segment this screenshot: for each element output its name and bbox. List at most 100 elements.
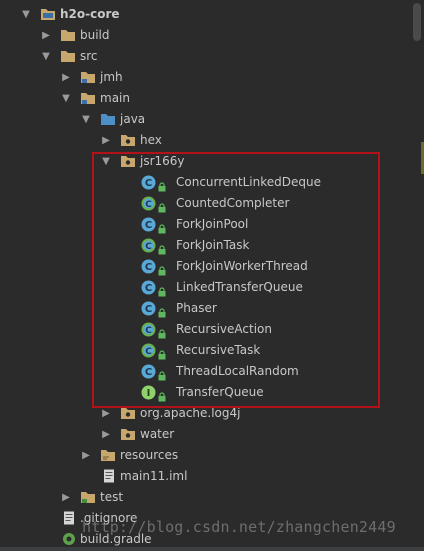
- class-node-recursivetask[interactable]: C RecursiveTask: [0, 340, 400, 361]
- svg-text:C: C: [145, 347, 152, 357]
- class-icon: C: [141, 280, 156, 295]
- tree-node-test[interactable]: ▶ test: [0, 487, 400, 508]
- source-folder-icon: [80, 70, 96, 84]
- class-node-recursiveaction[interactable]: C RecursiveAction: [0, 319, 400, 340]
- lock-icon: [158, 346, 166, 360]
- class-name-label: TransferQueue: [176, 385, 264, 399]
- package-icon: [120, 427, 136, 441]
- tree-node-h2o-core[interactable]: ▼ h2o-core: [0, 4, 400, 25]
- tree-node-jmh[interactable]: ▶ jmh: [0, 67, 400, 88]
- tree-node-jsr166y[interactable]: ▼ jsr166y: [0, 151, 400, 172]
- class-icon: C: [141, 301, 156, 316]
- tree-node-label: main11.iml: [120, 469, 188, 483]
- folder-icon: [60, 28, 76, 42]
- svg-text:C: C: [145, 242, 152, 252]
- class-node-countedcompleter[interactable]: C CountedCompleter: [0, 193, 400, 214]
- lock-icon: [158, 388, 166, 402]
- class-name-label: ForkJoinWorkerThread: [176, 259, 308, 273]
- svg-text:C: C: [145, 200, 152, 210]
- tree-node-resources[interactable]: ▶ resources: [0, 445, 400, 466]
- class-icon: C: [141, 364, 156, 379]
- svg-text:I: I: [147, 388, 151, 399]
- collapse-arrow-icon[interactable]: ▶: [100, 130, 112, 151]
- tree-node-label: resources: [120, 448, 179, 462]
- expand-arrow-icon[interactable]: ▼: [100, 151, 112, 172]
- panel-bottom-edge: [0, 547, 424, 551]
- tree-node-water[interactable]: ▶ water: [0, 424, 400, 445]
- collapse-arrow-icon[interactable]: ▶: [80, 445, 92, 466]
- expand-arrow-icon[interactable]: ▼: [40, 46, 52, 67]
- expand-arrow-icon[interactable]: ▼: [60, 88, 72, 109]
- tree-node-src[interactable]: ▼ src: [0, 46, 400, 67]
- lock-icon: [158, 325, 166, 339]
- tree-node-label: main: [100, 91, 130, 105]
- module-folder-icon: [40, 7, 56, 21]
- class-name-label: RecursiveAction: [176, 322, 272, 336]
- tree-node-label: water: [140, 427, 175, 441]
- tree-node-label: jmh: [100, 70, 123, 84]
- class-name-label: ForkJoinTask: [176, 238, 250, 252]
- class-icon: C: [141, 175, 156, 190]
- package-icon: [120, 154, 136, 168]
- expand-arrow-icon[interactable]: ▼: [20, 4, 32, 25]
- abstract-class-icon: C: [141, 322, 156, 337]
- expand-arrow-icon[interactable]: ▼: [80, 109, 92, 130]
- svg-text:C: C: [145, 178, 152, 189]
- tree-node-label: test: [100, 490, 124, 504]
- watermark-text: http://blog.csdn.net/zhangchen2449: [82, 518, 396, 536]
- collapse-arrow-icon[interactable]: ▶: [60, 67, 72, 88]
- class-node-linkedtransferqueue[interactable]: C LinkedTransferQueue: [0, 277, 400, 298]
- class-node-forkjointask[interactable]: C ForkJoinTask: [0, 235, 400, 256]
- tree-node-label: hex: [140, 133, 162, 147]
- lock-icon: [158, 199, 166, 213]
- interface-icon: I: [141, 385, 156, 400]
- collapse-arrow-icon[interactable]: ▶: [40, 25, 52, 46]
- class-node-phaser[interactable]: C Phaser: [0, 298, 400, 319]
- class-icon: C: [141, 217, 156, 232]
- gradle-file-icon: [62, 532, 78, 546]
- class-name-label: ConcurrentLinkedDeque: [176, 175, 321, 189]
- class-name-label: CountedCompleter: [176, 196, 290, 210]
- tree-node-label: jsr166y: [140, 154, 185, 168]
- abstract-class-icon: C: [141, 238, 156, 253]
- abstract-class-icon: C: [141, 196, 156, 211]
- class-name-label: ForkJoinPool: [176, 217, 249, 231]
- lock-icon: [158, 262, 166, 276]
- vertical-scrollbar[interactable]: [413, 3, 421, 41]
- tree-node-label: h2o-core: [60, 7, 120, 21]
- lock-icon: [158, 283, 166, 297]
- class-name-label: Phaser: [176, 301, 217, 315]
- class-node-forkjoinworkerthread[interactable]: C ForkJoinWorkerThread: [0, 256, 400, 277]
- collapse-arrow-icon[interactable]: ▶: [100, 424, 112, 445]
- abstract-class-icon: C: [141, 343, 156, 358]
- class-node-forkjoinpool[interactable]: C ForkJoinPool: [0, 214, 400, 235]
- class-node-concurrentlinkeddeque[interactable]: C ConcurrentLinkedDeque: [0, 172, 400, 193]
- source-folder-icon: [80, 91, 96, 105]
- class-icon: C: [141, 259, 156, 274]
- svg-text:C: C: [145, 304, 152, 315]
- tree-node-hex[interactable]: ▶ hex: [0, 130, 400, 151]
- svg-text:C: C: [145, 326, 152, 336]
- tree-node-java[interactable]: ▼ java: [0, 109, 400, 130]
- svg-text:C: C: [145, 220, 152, 231]
- class-node-transferqueue[interactable]: I TransferQueue: [0, 382, 400, 403]
- class-name-label: RecursiveTask: [176, 343, 261, 357]
- test-folder-icon: [80, 490, 96, 504]
- lock-icon: [158, 220, 166, 234]
- tree-node-label: java: [120, 112, 146, 126]
- collapse-arrow-icon[interactable]: ▶: [60, 487, 72, 508]
- tree-node-org-apache-log4j[interactable]: ▶ org.apache.log4j: [0, 403, 400, 424]
- text-file-icon: [62, 511, 78, 525]
- svg-text:C: C: [145, 262, 152, 273]
- tree-node-build[interactable]: ▶ build: [0, 25, 400, 46]
- tree-node-label: src: [80, 49, 98, 63]
- folder-icon: [60, 49, 76, 63]
- file-node-main11-iml[interactable]: main11.iml: [0, 466, 400, 487]
- svg-text:C: C: [145, 283, 152, 294]
- package-icon: [120, 406, 136, 420]
- tree-node-label: build: [80, 28, 110, 42]
- class-node-threadlocalrandom[interactable]: C ThreadLocalRandom: [0, 361, 400, 382]
- tree-node-main[interactable]: ▼ main: [0, 88, 400, 109]
- lock-icon: [158, 241, 166, 255]
- collapse-arrow-icon[interactable]: ▶: [100, 403, 112, 424]
